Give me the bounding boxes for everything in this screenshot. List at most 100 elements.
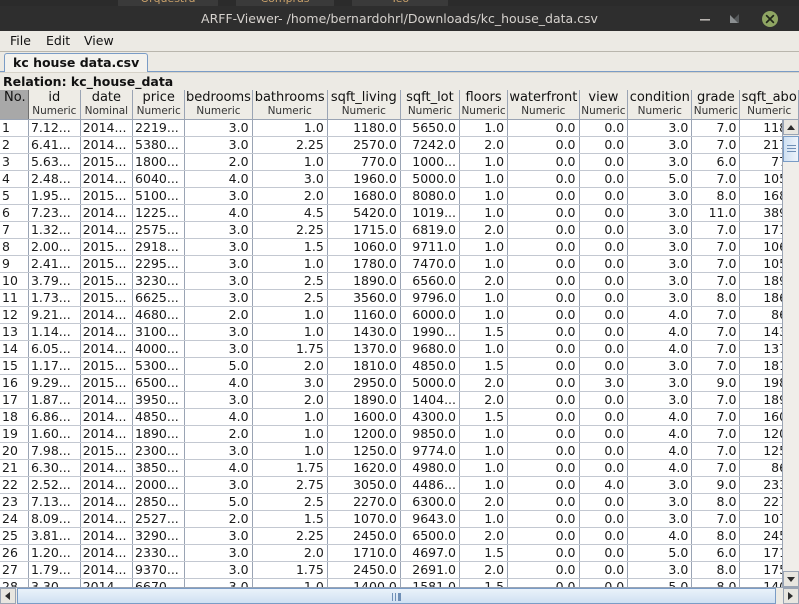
cell-grade[interactable]: 7.0 <box>691 170 741 188</box>
cell-view[interactable]: 0.0 <box>579 544 629 562</box>
cell-sqft_living[interactable]: 3050.0 <box>327 476 401 494</box>
cell-bedrooms[interactable]: 3.0 <box>184 476 253 494</box>
cell-id[interactable]: 7.13... <box>28 493 81 511</box>
cell-floors[interactable]: 1.0 <box>459 442 509 460</box>
table-row[interactable]: 14 6.05... 2014... 4000... 3.0 1.75 1370.0 9680… <box>0 340 799 358</box>
cell-condition[interactable]: 5.0 <box>627 544 693 562</box>
close-button[interactable] <box>761 10 779 28</box>
cell-view[interactable]: 4.0 <box>579 476 629 494</box>
column-header-floors[interactable]: floors Numeric <box>459 90 509 120</box>
cell-view[interactable]: 0.0 <box>579 170 629 188</box>
cell-waterfront[interactable]: 0.0 <box>507 442 580 460</box>
cell-waterfront[interactable]: 0.0 <box>507 204 580 222</box>
cell-id[interactable]: 3.30... <box>28 578 81 587</box>
cell-sqft_lot[interactable]: 4980.0 <box>400 459 461 477</box>
cell-floors[interactable]: 1.0 <box>459 306 509 324</box>
cell-view[interactable]: 0.0 <box>579 306 629 324</box>
cell-sqft_living[interactable]: 1890.0 <box>327 391 401 409</box>
cell-sqft_lot[interactable]: 5650.0 <box>400 119 461 137</box>
cell-sqft_living[interactable]: 1250.0 <box>327 442 401 460</box>
cell-waterfront[interactable]: 0.0 <box>507 289 580 307</box>
cell-grade[interactable]: 7.0 <box>691 136 741 154</box>
cell-view[interactable]: 0.0 <box>579 272 629 290</box>
cell-date[interactable]: 2014... <box>80 510 134 528</box>
menu-item-file[interactable]: File <box>4 32 37 50</box>
cell-grade[interactable]: 8.0 <box>691 527 741 545</box>
cell-date[interactable]: 2014... <box>80 527 134 545</box>
cell-id[interactable]: 7.23... <box>28 204 81 222</box>
cell-date[interactable]: 2014... <box>80 204 134 222</box>
cell-id[interactable]: 2.48... <box>28 170 81 188</box>
cell-bathrooms[interactable]: 2.75 <box>252 476 328 494</box>
cell-price[interactable]: 2295... <box>132 255 186 273</box>
cell-sqft_lot[interactable]: 7470.0 <box>400 255 461 273</box>
cell-condition[interactable]: 3.0 <box>627 153 693 171</box>
cell-condition[interactable]: 3.0 <box>627 187 693 205</box>
cell-floors[interactable]: 2.0 <box>459 561 509 579</box>
cell-id[interactable]: 7.98... <box>28 442 81 460</box>
cell-sqft_living[interactable]: 1960.0 <box>327 170 401 188</box>
cell-bedrooms[interactable]: 3.0 <box>184 119 253 137</box>
cell-waterfront[interactable]: 0.0 <box>507 425 580 443</box>
cell-waterfront[interactable]: 0.0 <box>507 255 580 273</box>
cell-waterfront[interactable]: 0.0 <box>507 272 580 290</box>
cell-condition[interactable]: 3.0 <box>627 221 693 239</box>
cell-date[interactable]: 2015... <box>80 187 134 205</box>
horizontal-scrollbar[interactable] <box>0 587 799 604</box>
cell-sqft_living[interactable]: 1060.0 <box>327 238 401 256</box>
cell-date[interactable]: 2014... <box>80 221 134 239</box>
cell-condition[interactable]: 3.0 <box>627 238 693 256</box>
cell-sqft_living[interactable]: 770.0 <box>327 153 401 171</box>
cell-bedrooms[interactable]: 4.0 <box>184 374 253 392</box>
cell-date[interactable]: 2014... <box>80 136 134 154</box>
cell-id[interactable]: 3.81... <box>28 527 81 545</box>
maximize-button[interactable] <box>727 11 743 27</box>
cell-grade[interactable]: 7.0 <box>691 306 741 324</box>
cell-view[interactable]: 0.0 <box>579 238 629 256</box>
cell-date[interactable]: 2014... <box>80 578 134 587</box>
cell-sqft_lot[interactable]: 6819.0 <box>400 221 461 239</box>
cell-bedrooms[interactable]: 4.0 <box>184 408 253 426</box>
cell-floors[interactable]: 1.5 <box>459 408 509 426</box>
cell-sqft_living[interactable]: 1070.0 <box>327 510 401 528</box>
cell-sqft_lot[interactable]: 9796.0 <box>400 289 461 307</box>
cell-view[interactable]: 0.0 <box>579 255 629 273</box>
cell-bedrooms[interactable]: 3.0 <box>184 289 253 307</box>
cell-price[interactable]: 5380... <box>132 136 186 154</box>
cell-sqft_living[interactable]: 1715.0 <box>327 221 401 239</box>
cell-view[interactable]: 0.0 <box>579 221 629 239</box>
table-row[interactable]: 26 1.20... 2014... 2330... 3.0 2.0 1710.0 4697.… <box>0 544 799 562</box>
cell-floors[interactable]: 1.0 <box>459 459 509 477</box>
cell-price[interactable]: 6500... <box>132 374 186 392</box>
cell-floors[interactable]: 2.0 <box>459 374 509 392</box>
cell-floors[interactable]: 1.0 <box>459 187 509 205</box>
cell-view[interactable]: 0.0 <box>579 578 629 587</box>
cell-bathrooms[interactable]: 2.5 <box>252 289 328 307</box>
cell-view[interactable]: 0.0 <box>579 442 629 460</box>
cell-sqft_lot[interactable]: 4697.0 <box>400 544 461 562</box>
cell-floors[interactable]: 1.5 <box>459 357 509 375</box>
cell-sqft_living[interactable]: 1430.0 <box>327 323 401 341</box>
cell-bathrooms[interactable]: 4.5 <box>252 204 328 222</box>
cell-waterfront[interactable]: 0.0 <box>507 136 580 154</box>
cell-floors[interactable]: 2.0 <box>459 391 509 409</box>
cell-waterfront[interactable]: 0.0 <box>507 119 580 137</box>
cell-condition[interactable]: 4.0 <box>627 323 693 341</box>
cell-sqft_lot[interactable]: 9774.0 <box>400 442 461 460</box>
cell-id[interactable]: 8.09... <box>28 510 81 528</box>
cell-view[interactable]: 0.0 <box>579 493 629 511</box>
table-row[interactable]: 11 1.73... 2015... 6625... 3.0 2.5 3560.0 9796.… <box>0 289 799 307</box>
cell-sqft_lot[interactable]: 1404... <box>400 391 461 409</box>
cell-price[interactable]: 6670... <box>132 578 186 587</box>
cell-sqft_living[interactable]: 1810.0 <box>327 357 401 375</box>
cell-price[interactable]: 2918... <box>132 238 186 256</box>
cell-date[interactable]: 2015... <box>80 442 134 460</box>
cell-bathrooms[interactable]: 2.0 <box>252 357 328 375</box>
cell-grade[interactable]: 8.0 <box>691 187 741 205</box>
cell-bedrooms[interactable]: 3.0 <box>184 578 253 587</box>
table-row[interactable]: 27 1.79... 2014... 9370... 3.0 1.75 2450.0 2691… <box>0 561 799 579</box>
cell-floors[interactable]: 1.0 <box>459 204 509 222</box>
cell-view[interactable]: 0.0 <box>579 136 629 154</box>
cell-price[interactable]: 1890... <box>132 425 186 443</box>
cell-condition[interactable]: 3.0 <box>627 119 693 137</box>
